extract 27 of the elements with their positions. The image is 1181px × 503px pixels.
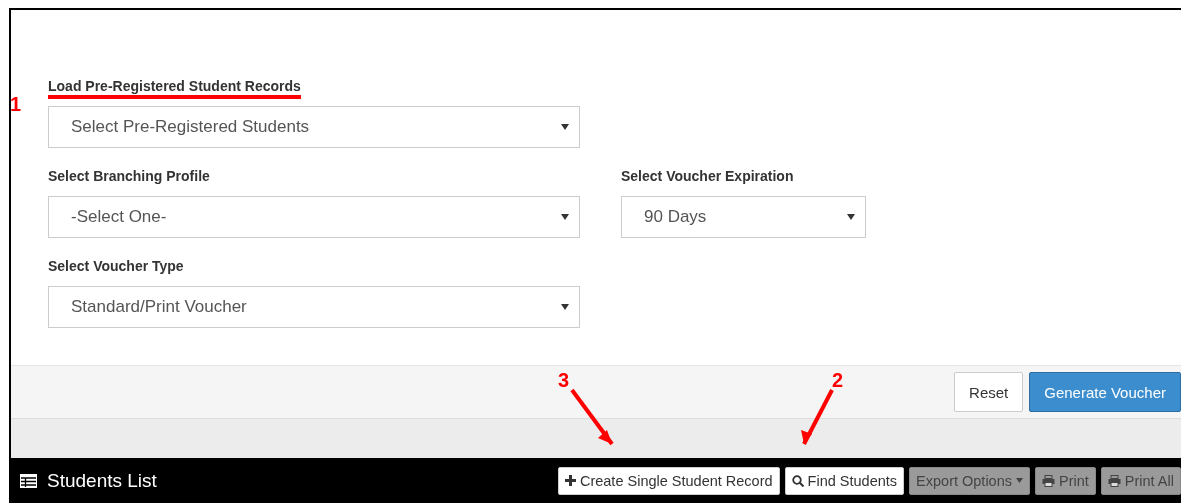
caret-icon (561, 124, 569, 130)
annotation-number: 2 (832, 369, 844, 392)
panel-title: Students List (47, 469, 157, 492)
reset-button[interactable]: Reset (954, 372, 1024, 412)
printer-icon (1042, 474, 1055, 487)
dropdown-select[interactable]: -Select One- (48, 196, 580, 238)
annotation-arrow (570, 388, 614, 446)
field-label: Select Voucher Expiration (621, 168, 794, 186)
toolbar-button[interactable]: Create Single Student Record (557, 466, 780, 495)
dropdown-select[interactable]: Select Pre-Registered Students (48, 106, 580, 148)
field-label: Select Branching Profile (48, 168, 210, 186)
annotation-arrow (801, 389, 834, 445)
table-icon (20, 473, 37, 488)
generate-button[interactable]: Generate Voucher (1029, 372, 1181, 412)
annotation-number: 3 (558, 369, 570, 392)
caret-icon (847, 214, 855, 220)
dropdown-select[interactable]: Standard/Print Voucher (48, 286, 580, 328)
field-label: Load Pre-Registered Student Records (48, 78, 301, 99)
annotation-number: 1 (10, 93, 22, 116)
dropdown-select[interactable]: 90 Days (621, 196, 866, 238)
toolbar-button[interactable]: Find Students (784, 466, 905, 495)
field-label: Select Voucher Type (48, 258, 184, 276)
printer-icon (1107, 474, 1121, 487)
search-icon (791, 474, 804, 487)
caret-icon (561, 214, 569, 220)
plus-icon (564, 475, 576, 486)
caret-icon (561, 304, 569, 310)
